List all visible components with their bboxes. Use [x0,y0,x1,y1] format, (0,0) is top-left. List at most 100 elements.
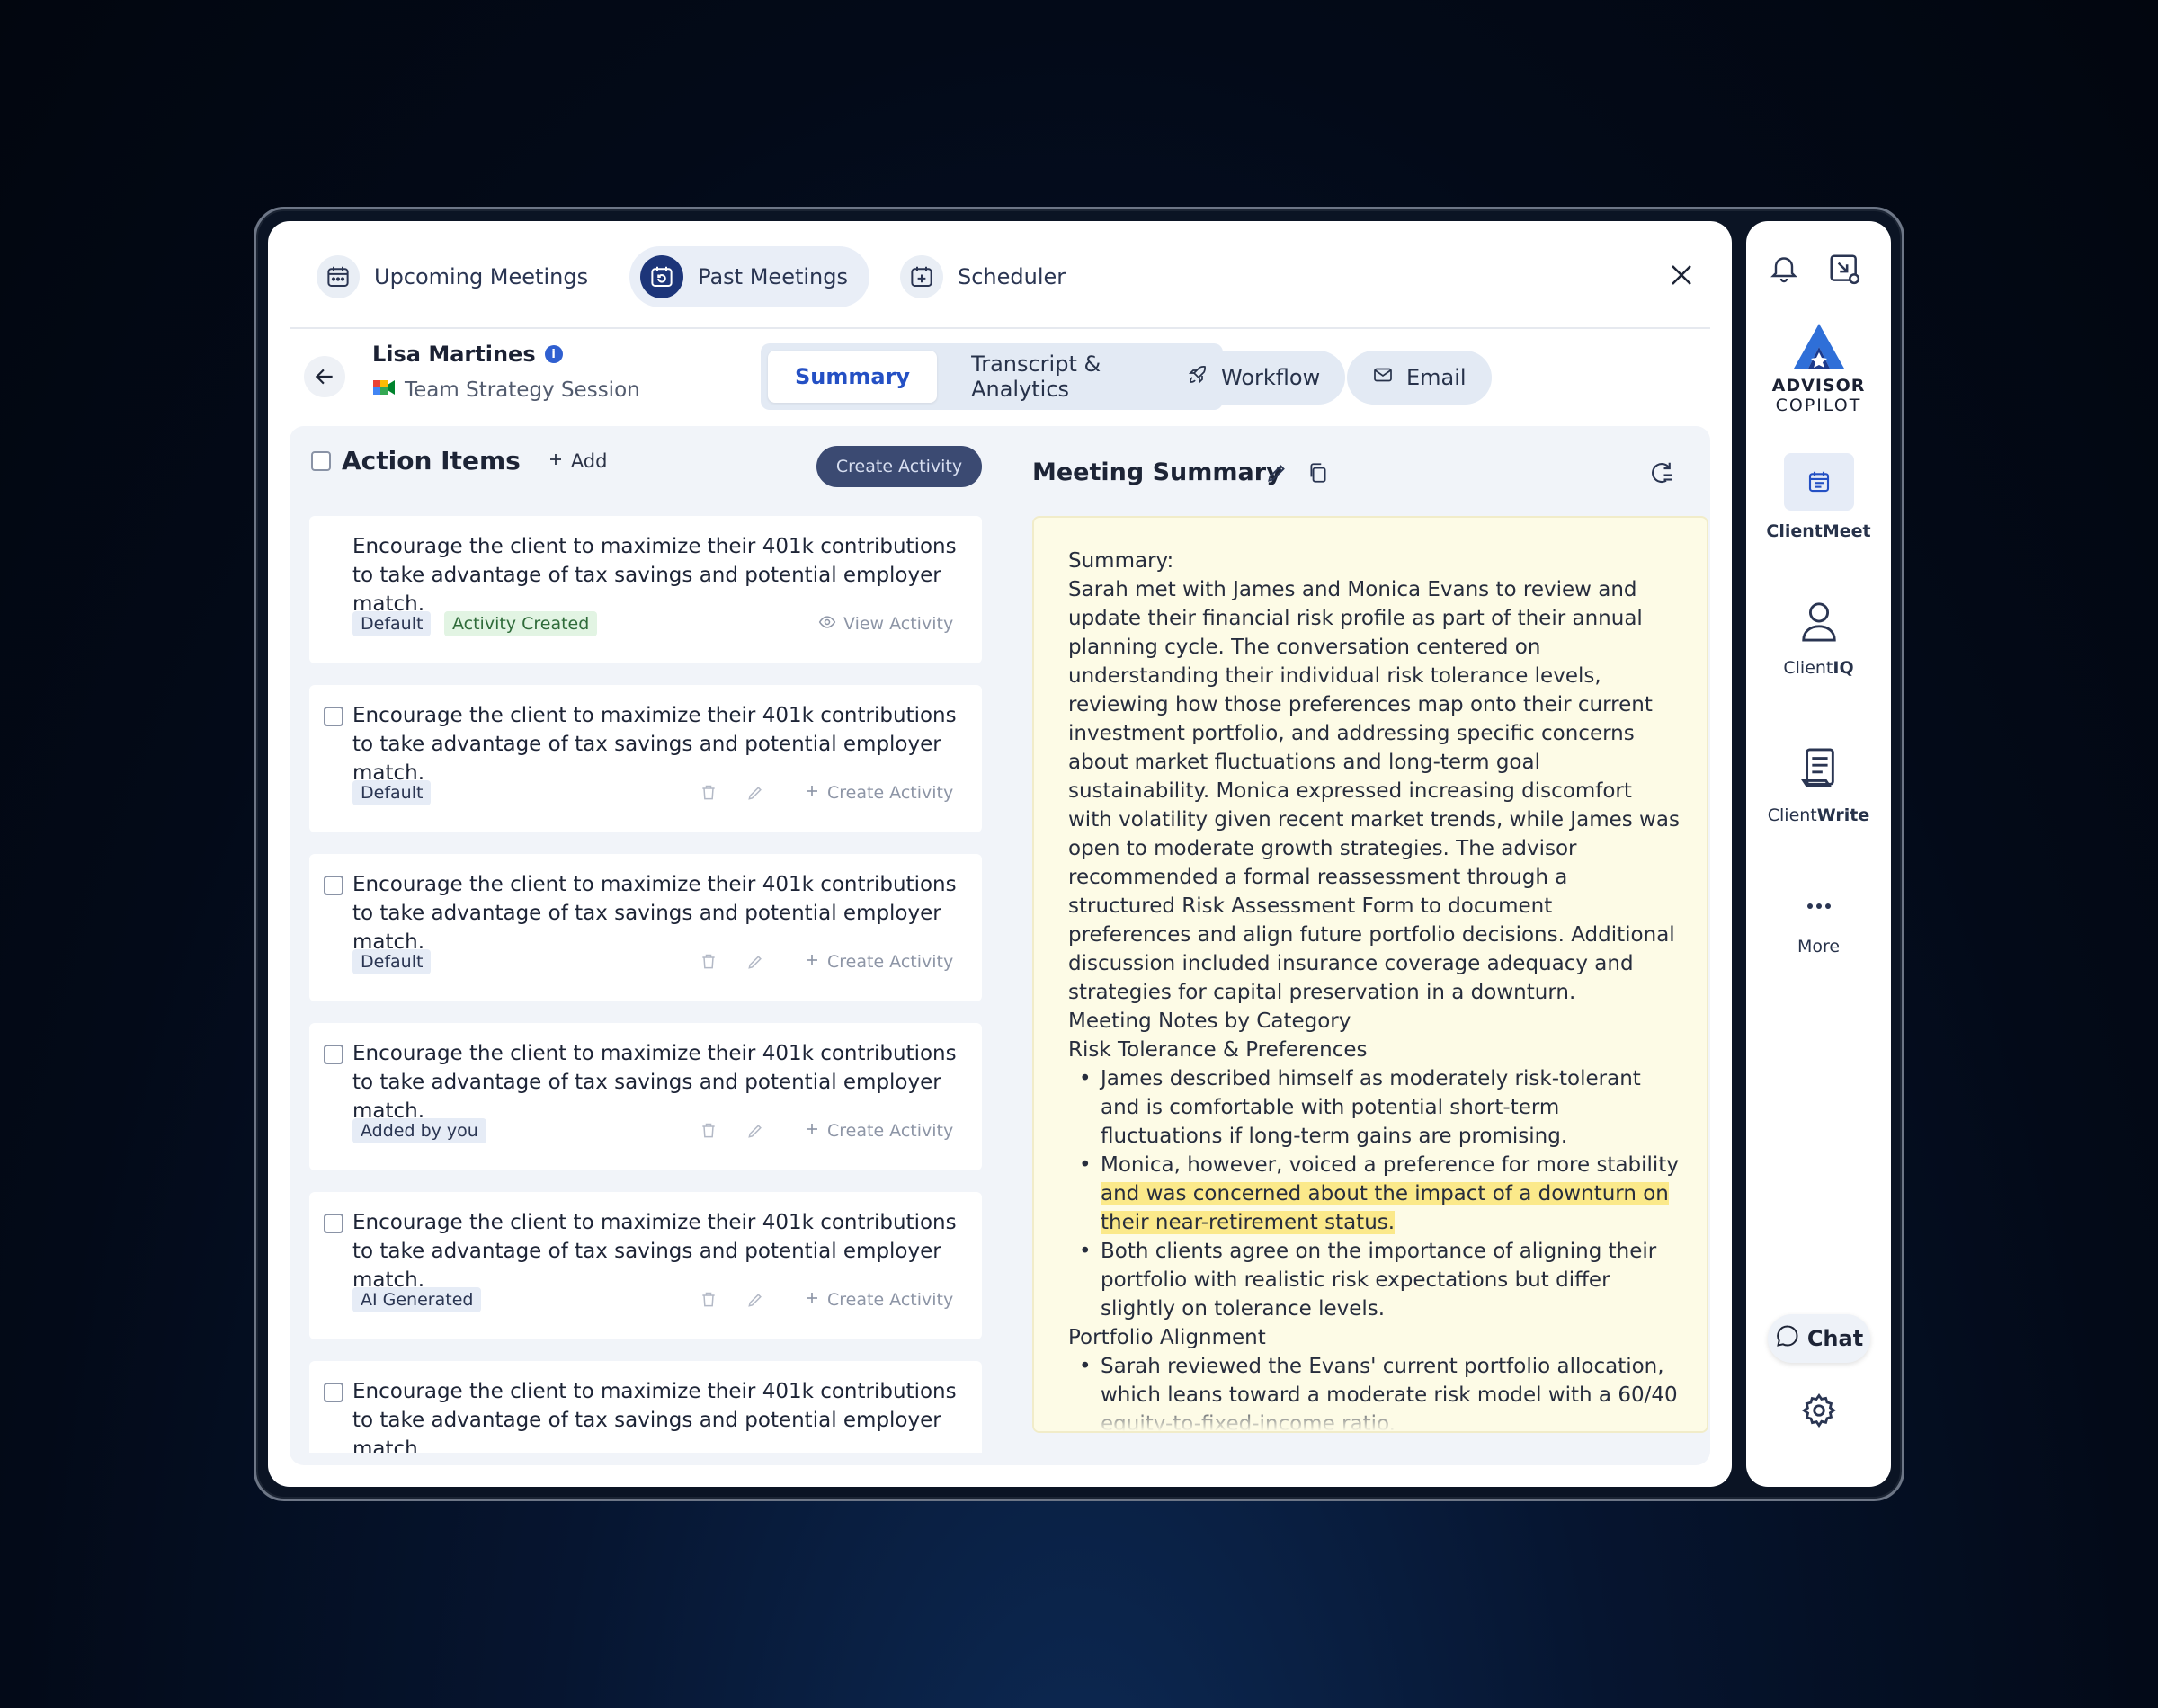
action-item-checkbox[interactable] [324,1214,343,1233]
workflow-label: Workflow [1221,365,1321,390]
tab-past-meetings[interactable]: Past Meetings [629,246,869,307]
note-bullet: James described himself as moderately ri… [1068,1064,1680,1151]
close-icon[interactable] [1663,257,1699,293]
plus-icon [804,1290,820,1311]
info-icon[interactable]: i [544,345,563,363]
regenerate-icon[interactable] [1647,458,1676,487]
eye-icon [818,613,836,636]
sidebar-item-clientmeet[interactable]: ClientMeet [1746,453,1891,541]
action-item-card: Encourage the client to maximize their 4… [309,685,982,832]
create-activity-link[interactable]: Create Activity [804,949,953,974]
content-area: Action Items Add Create Activity Encoura… [290,426,1710,1465]
tab-upcoming-meetings[interactable]: Upcoming Meetings [306,246,610,307]
tab-label: Past Meetings [698,264,848,289]
tag-badge: AI Generated [352,1287,482,1312]
pencil-icon[interactable] [1262,458,1291,487]
tab-label: Upcoming Meetings [374,264,589,289]
summary-box: Summary: Sarah met with James and Monica… [1032,516,1708,1433]
sidebar-item-more[interactable]: More [1746,897,1891,956]
action-item-checkbox[interactable] [324,1045,343,1064]
action-item-checkbox[interactable] [324,1383,343,1402]
action-item-text: Encourage the client to maximize their 4… [352,1042,957,1123]
advisor-copilot-logo: ADVISOR COPILOT [1746,322,1891,415]
trash-icon[interactable] [698,1120,719,1142]
workflow-button[interactable]: Workflow [1162,351,1346,405]
copy-icon[interactable] [1304,458,1333,487]
main-panel: Upcoming Meetings Past Meetings Schedule… [268,221,1732,1487]
summary-content: Summary: Sarah met with James and Monica… [1068,547,1680,1431]
tag-badge: Default [352,949,432,974]
email-button[interactable]: Email [1347,351,1492,405]
label-bold: Meet [1822,521,1871,541]
action-item-text: Encourage the client to maximize their 4… [352,1380,957,1453]
create-activity-link[interactable]: Create Activity [804,780,953,805]
chat-button[interactable]: Chat [1768,1314,1870,1363]
view-activity-label: View Activity [843,614,954,634]
chat-bubble-icon [1775,1323,1800,1354]
label-prefix: Client [1766,521,1823,541]
view-tabs: Summary Transcript & Analytics [761,343,1223,410]
meeting-summary-title: Meeting Summary [1032,458,1282,486]
pencil-icon[interactable] [745,1120,766,1142]
pencil-icon[interactable] [745,782,766,804]
top-navigation: Upcoming Meetings Past Meetings Schedule… [306,246,1087,307]
calendar-history-icon [640,255,684,298]
action-item-text: Encourage the client to maximize their 4… [352,1211,957,1292]
note-text: Monica, however, voiced a preference for… [1101,1153,1679,1177]
trash-icon[interactable] [698,951,719,973]
highlighted-text: and was concerned about the impact of a … [1101,1182,1669,1234]
create-activity-label: Create Activity [827,952,954,972]
action-item-checkbox[interactable] [324,707,343,726]
client-name: Lisa Martines i [372,342,563,367]
logo-text: ADVISOR [1771,376,1866,396]
gear-icon[interactable] [1800,1392,1838,1433]
chat-label: Chat [1806,1326,1864,1351]
create-activity-link[interactable]: Create Activity [804,1118,953,1143]
notes-heading: Meeting Notes by Category [1068,1010,1351,1033]
action-item-checkbox[interactable] [324,876,343,895]
app-sidebar: ADVISOR COPILOT ClientMeet ClientIQ Clie… [1746,221,1891,1487]
google-meet-icon [372,378,396,403]
rocket-icon [1187,364,1208,391]
tag-badge: Default [352,780,432,805]
create-activity-link[interactable]: Create Activity [804,1287,953,1312]
category-heading: Risk Tolerance & Preferences [1068,1038,1368,1062]
action-item-text: Encourage the client to maximize their 4… [352,873,957,954]
sidebar-item-clientwrite[interactable]: ClientWrite [1746,746,1891,825]
action-item-text: Encourage the client to maximize their 4… [352,535,957,616]
pencil-icon[interactable] [745,1289,766,1311]
status-badge: Activity Created [444,611,598,636]
minimize-window-icon[interactable] [1827,252,1861,289]
trash-icon[interactable] [698,782,719,804]
label-bold: Write [1816,805,1870,825]
label-prefix: Client [1783,658,1833,678]
note-bullet: Monica, however, voiced a preference for… [1068,1151,1680,1237]
create-activity-label: Create Activity [827,1121,954,1141]
sidebar-item-clientiq[interactable]: ClientIQ [1746,599,1891,678]
plus-icon [804,1121,820,1142]
pencil-icon[interactable] [745,951,766,973]
tab-label: Scheduler [958,264,1066,289]
calendar-icon [317,255,360,298]
create-activity-button[interactable]: Create Activity [816,446,982,487]
bell-icon[interactable] [1768,252,1800,288]
tag-badge: Added by you [352,1118,486,1143]
action-item-card: Encourage the client to maximize their 4… [309,516,982,663]
select-all-checkbox[interactable] [311,450,331,471]
tab-scheduler[interactable]: Scheduler [889,246,1087,307]
trash-icon[interactable] [698,1289,719,1311]
action-item-card: Encourage the client to maximize their 4… [309,1192,982,1339]
action-items-title: Action Items [342,446,521,476]
logo-icon [1790,322,1848,376]
note-bullet: Both clients agree on the importance of … [1068,1237,1680,1323]
add-action-item-button[interactable]: Add [548,450,607,472]
tab-summary[interactable]: Summary [768,351,938,403]
scroll-fade [1034,1404,1707,1431]
clientmeet-icon [1783,453,1854,511]
meeting-title: Team Strategy Session [372,378,640,403]
document-icon [1798,746,1840,795]
action-item-card: Encourage the client to maximize their 4… [309,1361,982,1453]
sidebar-label: ClientWrite [1768,805,1870,825]
view-activity-link[interactable]: View Activity [818,611,953,636]
back-button[interactable] [304,356,345,397]
